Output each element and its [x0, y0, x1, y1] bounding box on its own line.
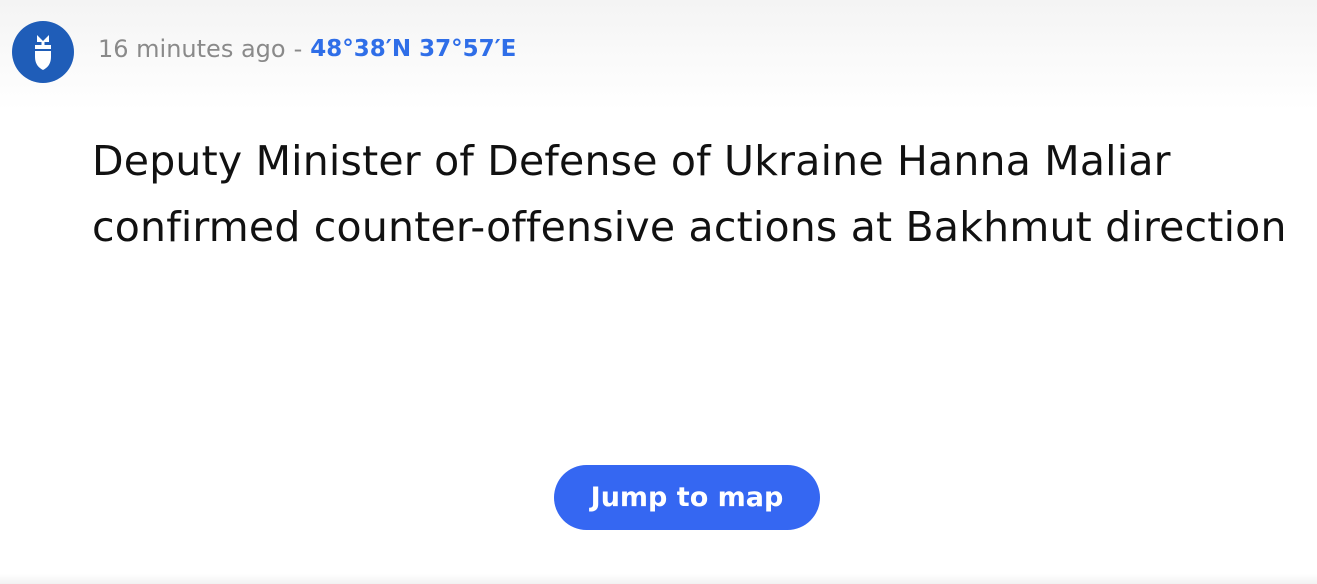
bomb-icon [28, 33, 58, 71]
category-avatar [12, 21, 74, 83]
coordinates-link[interactable]: 48°38′N 37°57′E [310, 36, 516, 62]
card-divider [0, 574, 1317, 584]
meta-separator: - [293, 35, 303, 63]
jump-to-map-button[interactable]: Jump to map [554, 465, 820, 530]
headline: Deputy Minister of Defense of Ukraine Ha… [92, 137, 1287, 251]
post-meta: 16 minutes ago - 48°38′N 37°57′E [98, 30, 516, 68]
news-card: 16 minutes ago - 48°38′N 37°57′E Deputy … [0, 0, 1317, 584]
timestamp: 16 minutes ago [98, 35, 286, 63]
